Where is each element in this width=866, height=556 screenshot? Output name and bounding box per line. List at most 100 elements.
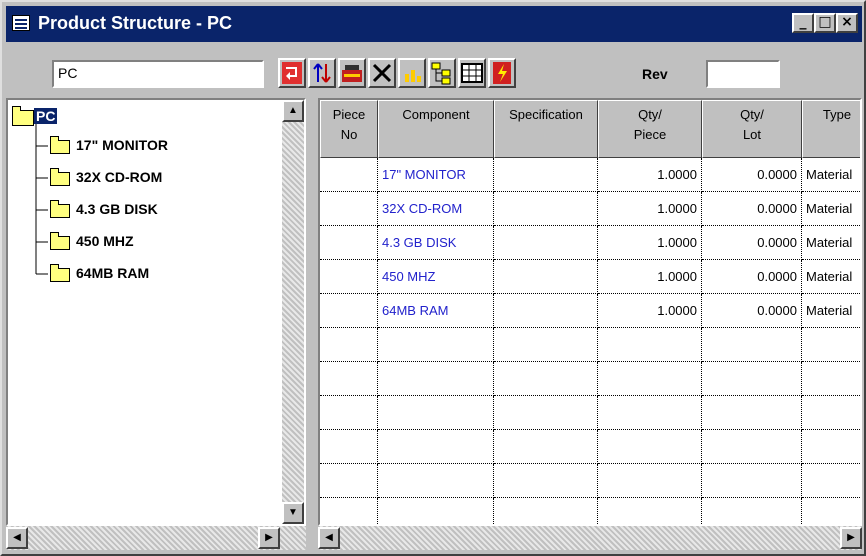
tree-node[interactable]: 64MB RAM — [76, 265, 149, 281]
cell-qty-lot[interactable] — [702, 430, 802, 464]
scroll-left-arrow-icon[interactable]: ◀ — [6, 527, 28, 549]
grid-view-button[interactable] — [458, 58, 486, 88]
cell-piece-no[interactable] — [320, 328, 378, 362]
cell-qty-piece[interactable]: 1.0000 — [598, 260, 702, 294]
cell-piece-no[interactable] — [320, 294, 378, 328]
cell-piece-no[interactable] — [320, 260, 378, 294]
cell-component[interactable] — [378, 498, 494, 524]
title-bar[interactable]: Product Structure - PC _ □ × — [6, 6, 862, 42]
cell-specification[interactable] — [494, 396, 598, 430]
cell-qty-piece[interactable] — [598, 396, 702, 430]
cell-type[interactable] — [802, 396, 860, 430]
cell-component[interactable]: 17" MONITOR — [378, 158, 494, 192]
cell-qty-piece[interactable] — [598, 362, 702, 396]
cell-qty-lot[interactable] — [702, 362, 802, 396]
sort-button[interactable] — [308, 58, 336, 88]
column-header-type[interactable]: Type — [802, 100, 860, 158]
cell-qty-piece[interactable]: 1.0000 — [598, 192, 702, 226]
cell-type[interactable] — [802, 430, 860, 464]
tree-node[interactable]: 17" MONITOR — [76, 137, 168, 153]
cell-piece-no[interactable] — [320, 226, 378, 260]
scroll-left-arrow-icon[interactable]: ◀ — [318, 527, 340, 549]
cell-component[interactable]: 64MB RAM — [378, 294, 494, 328]
scroll-down-arrow-icon[interactable]: ▼ — [282, 502, 304, 524]
cell-type[interactable] — [802, 362, 860, 396]
column-header-piece-no[interactable]: Piece No — [320, 100, 378, 158]
tree-view-button[interactable] — [428, 58, 456, 88]
column-header-qty-piece[interactable]: Qty/ Piece — [598, 100, 702, 158]
cell-qty-lot[interactable] — [702, 328, 802, 362]
cell-type[interactable] — [802, 498, 860, 524]
cell-piece-no[interactable] — [320, 192, 378, 226]
cell-qty-piece[interactable] — [598, 430, 702, 464]
product-tree[interactable]: PC 17" MONITOR 32X CD-ROM 4.3 GB DISK 45… — [6, 98, 306, 526]
cell-component[interactable] — [378, 430, 494, 464]
cell-piece-no[interactable] — [320, 362, 378, 396]
cell-specification[interactable] — [494, 464, 598, 498]
lightning-button[interactable] — [488, 58, 516, 88]
tree-node[interactable]: 4.3 GB DISK — [76, 201, 158, 217]
cell-qty-piece[interactable] — [598, 498, 702, 524]
grid-horizontal-scrollbar[interactable]: ◀ ▶ — [318, 526, 862, 550]
cell-qty-piece[interactable]: 1.0000 — [598, 294, 702, 328]
cell-qty-piece[interactable] — [598, 328, 702, 362]
cell-specification[interactable] — [494, 158, 598, 192]
cell-piece-no[interactable] — [320, 498, 378, 524]
cell-specification[interactable] — [494, 498, 598, 524]
tree-horizontal-scrollbar[interactable]: ◀ ▶ — [6, 526, 306, 550]
cell-qty-piece[interactable]: 1.0000 — [598, 226, 702, 260]
cell-component[interactable]: 4.3 GB DISK — [378, 226, 494, 260]
cell-qty-lot[interactable]: 0.0000 — [702, 260, 802, 294]
cell-type[interactable]: Material — [802, 192, 860, 226]
cell-qty-lot[interactable]: 0.0000 — [702, 158, 802, 192]
cell-specification[interactable] — [494, 226, 598, 260]
cell-component[interactable]: 450 MHZ — [378, 260, 494, 294]
tree-root-pc[interactable]: PC — [34, 108, 58, 124]
cell-qty-lot[interactable]: 0.0000 — [702, 192, 802, 226]
cell-specification[interactable] — [494, 328, 598, 362]
cell-component[interactable] — [378, 328, 494, 362]
window-icon[interactable] — [12, 15, 30, 31]
column-header-component[interactable]: Component — [378, 100, 494, 158]
mixer-button[interactable] — [338, 58, 366, 88]
cell-component[interactable] — [378, 362, 494, 396]
cell-qty-lot[interactable]: 0.0000 — [702, 226, 802, 260]
cell-piece-no[interactable] — [320, 464, 378, 498]
rev-field[interactable] — [706, 60, 780, 88]
cell-specification[interactable] — [494, 362, 598, 396]
tree-vertical-scrollbar[interactable]: ▲ ▼ — [282, 100, 304, 524]
delete-button[interactable] — [368, 58, 396, 88]
cell-specification[interactable] — [494, 430, 598, 464]
cell-piece-no[interactable] — [320, 158, 378, 192]
cell-qty-piece[interactable] — [598, 464, 702, 498]
back-arrow-button[interactable] — [278, 58, 306, 88]
cell-specification[interactable] — [494, 294, 598, 328]
scroll-up-arrow-icon[interactable]: ▲ — [282, 100, 304, 122]
cell-qty-piece[interactable]: 1.0000 — [598, 158, 702, 192]
cell-type[interactable]: Material — [802, 260, 860, 294]
cell-piece-no[interactable] — [320, 396, 378, 430]
cell-qty-lot[interactable] — [702, 396, 802, 430]
scroll-right-arrow-icon[interactable]: ▶ — [840, 527, 862, 549]
cell-type[interactable]: Material — [802, 226, 860, 260]
cell-piece-no[interactable] — [320, 430, 378, 464]
scroll-right-arrow-icon[interactable]: ▶ — [258, 527, 280, 549]
tree-node[interactable]: 450 MHZ — [76, 233, 134, 249]
cell-component[interactable] — [378, 464, 494, 498]
close-button[interactable]: × — [836, 13, 858, 33]
item-field[interactable]: PC — [52, 60, 264, 88]
cell-type[interactable] — [802, 328, 860, 362]
cell-type[interactable]: Material — [802, 294, 860, 328]
cell-specification[interactable] — [494, 192, 598, 226]
chart-button[interactable] — [398, 58, 426, 88]
column-header-qty-lot[interactable]: Qty/ Lot — [702, 100, 802, 158]
cell-qty-lot[interactable] — [702, 498, 802, 524]
cell-component[interactable]: 32X CD-ROM — [378, 192, 494, 226]
tree-node[interactable]: 32X CD-ROM — [76, 169, 162, 185]
cell-specification[interactable] — [494, 260, 598, 294]
cell-qty-lot[interactable] — [702, 464, 802, 498]
minimize-button[interactable]: _ — [792, 13, 814, 33]
cell-qty-lot[interactable]: 0.0000 — [702, 294, 802, 328]
cell-type[interactable]: Material — [802, 158, 860, 192]
component-grid[interactable]: Piece No Component Specification Qty/ Pi… — [318, 98, 862, 526]
